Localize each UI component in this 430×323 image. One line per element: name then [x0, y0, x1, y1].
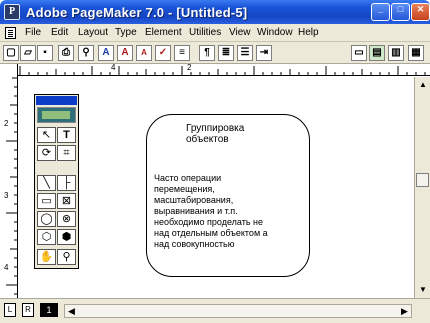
pointer-tool-icon[interactable]: ↖ [37, 127, 56, 143]
ruler-number: 2 [4, 119, 9, 128]
line-tool-icon[interactable]: ╲ [37, 175, 56, 191]
frame-body-text[interactable]: Часто операции перемещения, масштабирова… [154, 173, 304, 250]
menu-file[interactable]: File [25, 27, 41, 38]
pages-icon[interactable]: ▤ [369, 45, 385, 61]
ruler-number: 2 [187, 63, 192, 72]
left-master-page-icon[interactable]: L [4, 303, 16, 317]
menu-bar: File Edit Layout Type Element Utilities … [0, 24, 430, 42]
zoom-tool-icon[interactable]: ⚲ [57, 249, 76, 265]
new-icon[interactable]: ▢ [3, 45, 19, 61]
scroll-left-icon[interactable]: ◀ [68, 306, 75, 317]
toolbar: ▢ ▱ ▪ ⎙ ⚲ A A A ✓ ≡ ¶ ≣ ☰ ⇥ ▭ ▤ ▥ ▦ [0, 42, 430, 64]
text-tool-icon[interactable]: T [57, 127, 76, 143]
save-icon[interactable]: ▪ [37, 45, 53, 61]
paragraph-icon[interactable]: ¶ [199, 45, 215, 61]
more-icon[interactable]: ▦ [408, 45, 424, 61]
page-navigation-bar: L R 1 ◀ ▶ [0, 298, 430, 323]
constrained-line-tool-icon[interactable]: ├ [57, 175, 76, 191]
maximize-button[interactable]: □ [391, 3, 410, 21]
document-icon[interactable]: ▥ [388, 45, 404, 61]
menu-help[interactable]: Help [298, 27, 319, 38]
page-1-button[interactable]: 1 [40, 303, 58, 317]
document-menu-icon[interactable] [5, 27, 16, 39]
toolbox-palette[interactable]: ↖ T ⟳ ⌗ ╲ ├ ▭ ⊠ ◯ ⊗ ⬡ ⬢ ✋ ⚲ [34, 94, 79, 269]
scroll-down-icon[interactable]: ▼ [419, 285, 427, 294]
horizontal-scrollbar[interactable]: ◀ ▶ [64, 304, 412, 318]
scroll-right-icon[interactable]: ▶ [401, 306, 408, 317]
toolbox-preview-thumbnail [37, 107, 76, 123]
vertical-ruler-ticks [6, 77, 18, 295]
rectangle-tool-icon[interactable]: ▭ [37, 193, 56, 209]
window-title: Adobe PageMaker 7.0 - [Untitled-5] [26, 5, 248, 20]
ellipse-frame-tool-icon[interactable]: ⊗ [57, 211, 76, 227]
grow-font-icon[interactable]: A [117, 45, 133, 61]
open-icon[interactable]: ▱ [20, 45, 36, 61]
find-icon[interactable]: ⚲ [78, 45, 94, 61]
rectangle-frame-tool-icon[interactable]: ⊠ [57, 193, 76, 209]
vertical-ruler[interactable]: 2 3 4 [0, 64, 18, 298]
styles-icon[interactable]: ≡ [174, 45, 190, 61]
menu-utilities[interactable]: Utilities [189, 27, 221, 38]
polygon-tool-icon[interactable]: ⬡ [37, 229, 56, 245]
horizontal-ruler[interactable]: 4 2 [18, 63, 430, 76]
menu-layout[interactable]: Layout [78, 27, 108, 38]
print-icon[interactable]: ⎙ [58, 45, 74, 61]
menu-window[interactable]: Window [257, 27, 293, 38]
ruler-number: 4 [111, 63, 116, 72]
indent-icon[interactable]: ⇥ [256, 45, 272, 61]
ruler-number: 4 [4, 263, 9, 272]
right-master-page-icon[interactable]: R [22, 303, 34, 317]
scroll-up-icon[interactable]: ▲ [419, 80, 427, 89]
rotate-tool-icon[interactable]: ⟳ [37, 145, 56, 161]
frame-heading[interactable]: Группировка объектов [186, 123, 266, 145]
spell-check-icon[interactable]: ✓ [155, 45, 171, 61]
close-button[interactable]: ✕ [411, 3, 430, 21]
menu-view[interactable]: View [229, 27, 251, 38]
vertical-scrollbar[interactable]: ▲ ▼ [414, 77, 430, 298]
bullets-icon[interactable]: ≣ [218, 45, 234, 61]
menu-element[interactable]: Element [145, 27, 182, 38]
vertical-scroll-thumb[interactable] [416, 173, 429, 187]
hand-tool-icon[interactable]: ✋ [37, 249, 56, 265]
menu-type[interactable]: Type [115, 27, 137, 38]
menu-edit[interactable]: Edit [51, 27, 68, 38]
minimize-button[interactable]: _ [371, 3, 390, 21]
polygon-frame-tool-icon[interactable]: ⬢ [57, 229, 76, 245]
font-icon[interactable]: A [98, 45, 114, 61]
toolbox-title-bar[interactable] [36, 96, 77, 105]
shrink-font-icon[interactable]: A [136, 45, 152, 61]
crop-tool-icon[interactable]: ⌗ [57, 145, 76, 161]
align-icon[interactable]: ☰ [237, 45, 253, 61]
ruler-number: 3 [4, 191, 9, 200]
title-bar: P Adobe PageMaker 7.0 - [Untitled-5] _ □… [0, 0, 430, 24]
frame-icon[interactable]: ▭ [351, 45, 367, 61]
horizontal-ruler-ticks [19, 66, 426, 76]
ellipse-tool-icon[interactable]: ◯ [37, 211, 56, 227]
pagemaker-app-icon[interactable]: P [4, 4, 20, 20]
